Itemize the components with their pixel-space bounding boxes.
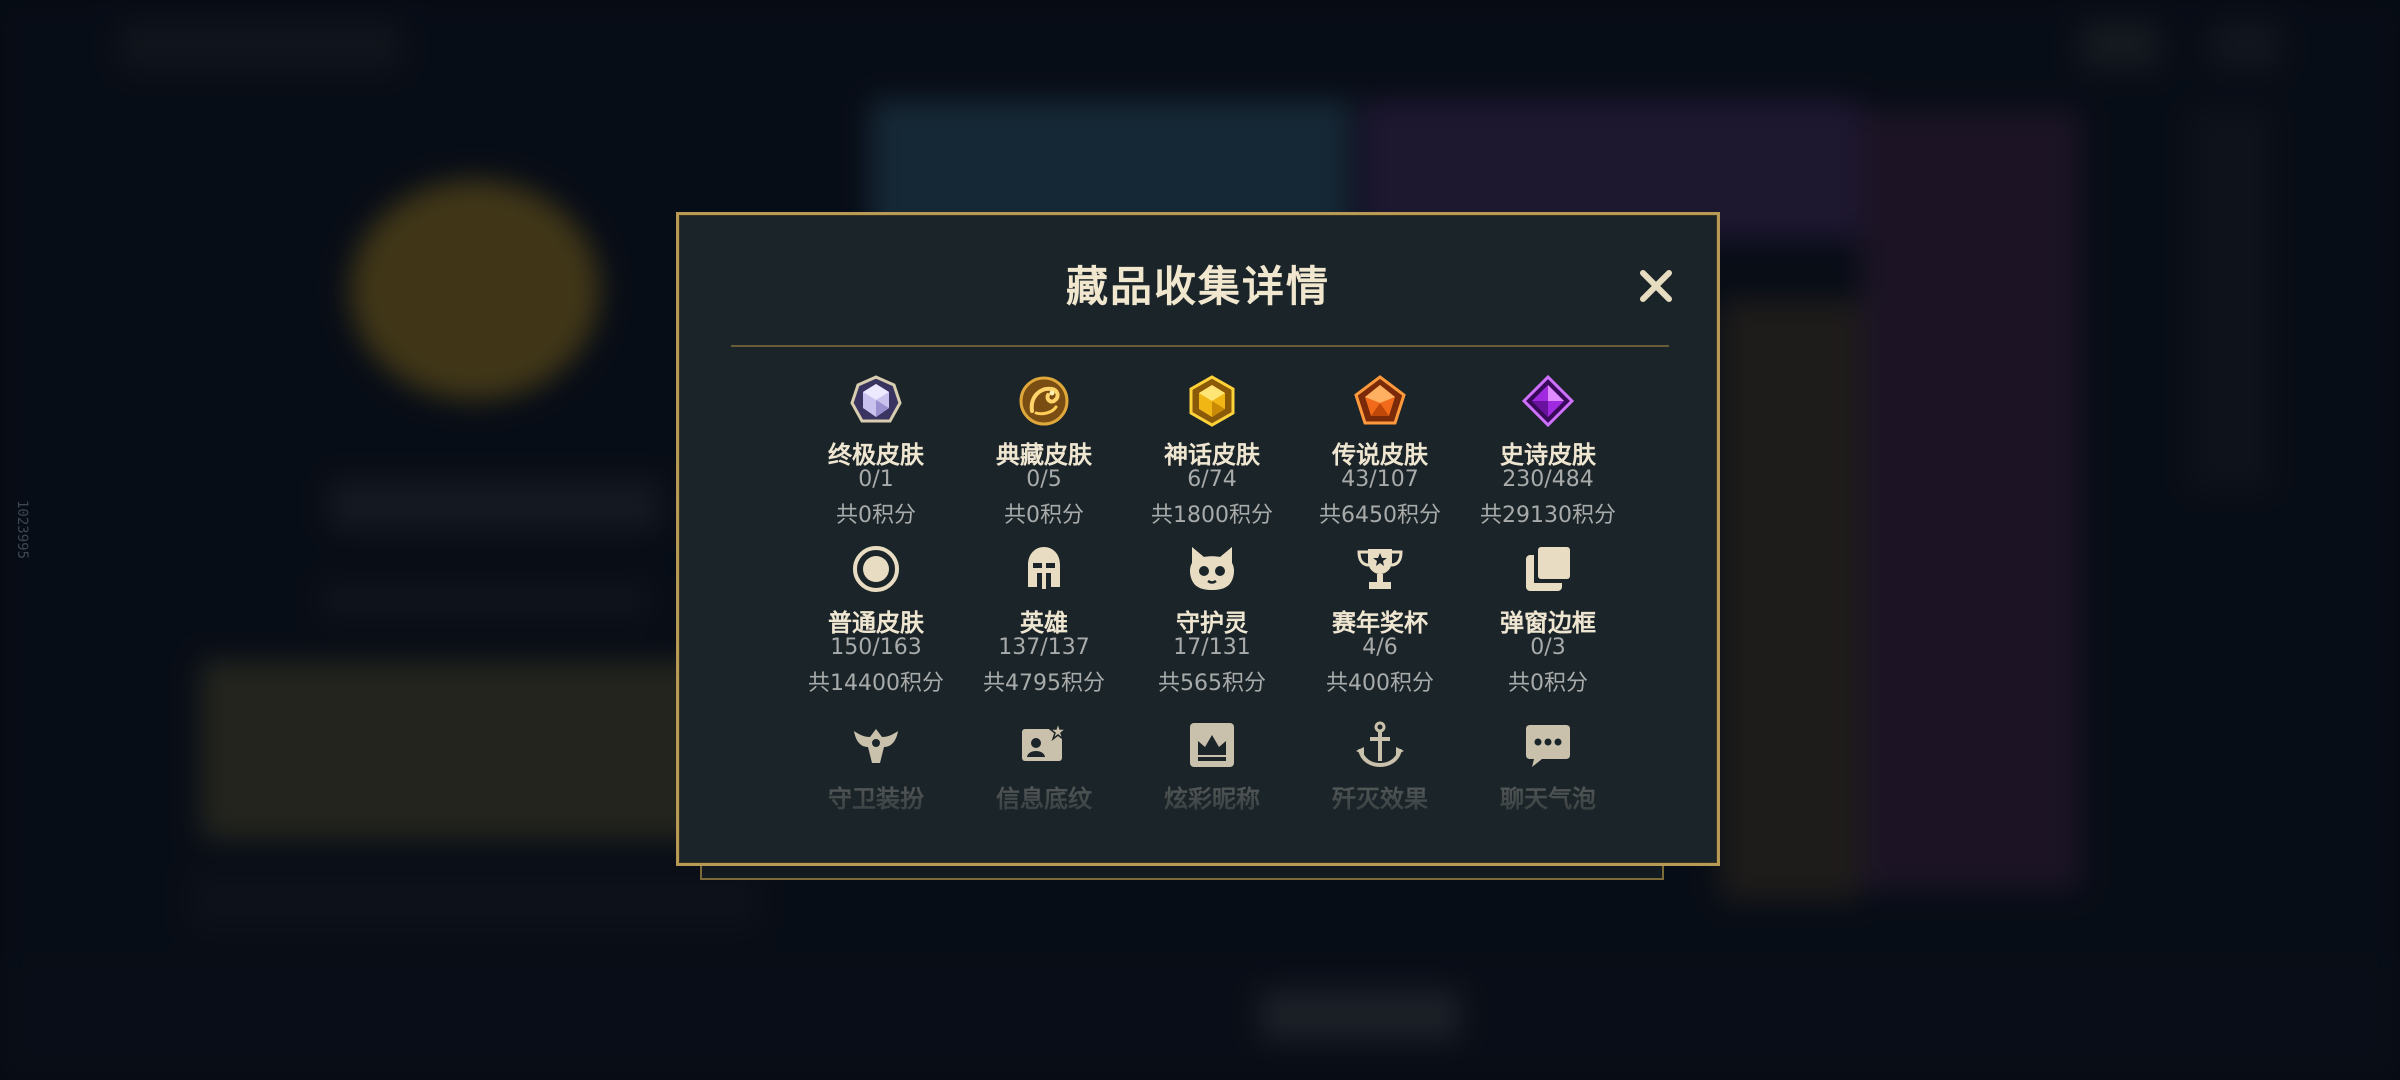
category-count: 0/3 [1530, 635, 1566, 660]
category-count: 43/107 [1341, 467, 1419, 492]
ward-skin-icon [850, 719, 902, 771]
category-epic-skin[interactable]: 史诗皮肤 230/484 共29130积分 [1464, 375, 1632, 535]
category-profile-banner[interactable]: 信息底纹 [960, 719, 1128, 879]
category-chat-bubble[interactable]: 聊天气泡 [1464, 719, 1632, 879]
category-guardian[interactable]: 守护灵 17/131 共565积分 [1128, 543, 1296, 703]
category-name: 英雄 [1020, 609, 1068, 637]
category-champion[interactable]: 英雄 137/137 共4795积分 [960, 543, 1128, 703]
mythic-gem-icon [1186, 375, 1238, 427]
category-name: 歼灭效果 [1332, 785, 1428, 813]
champion-helmet-icon [1018, 543, 1070, 595]
category-mythic-skin[interactable]: 神话皮肤 6/74 共1800积分 [1128, 375, 1296, 535]
category-colorful-nickname[interactable]: 炫彩昵称 [1128, 719, 1296, 879]
epic-gem-icon [1522, 375, 1574, 427]
side-id-text: 1023995 [14, 500, 30, 560]
frame-stack-icon [1522, 543, 1574, 595]
category-name: 炫彩昵称 [1164, 785, 1260, 813]
collection-details-modal: 藏品收集详情 终极皮肤 0/1 共0积分 典藏皮肤 0/5 共0积分 神话皮肤 … [676, 212, 1720, 866]
category-name: 赛年奖杯 [1332, 609, 1428, 637]
category-name: 守护灵 [1176, 609, 1248, 637]
legendary-gem-icon [1354, 375, 1406, 427]
category-count: 0/1 [858, 467, 894, 492]
category-name: 弹窗边框 [1500, 609, 1596, 637]
modal-title: 藏品收集详情 [1065, 262, 1330, 311]
category-name: 终极皮肤 [828, 441, 924, 469]
category-name: 聊天气泡 [1500, 785, 1596, 813]
category-count: 137/137 [998, 635, 1090, 660]
category-name: 守卫装扮 [828, 785, 924, 813]
category-count: 0/5 [1026, 467, 1062, 492]
category-ward-skin[interactable]: 守卫装扮 [792, 719, 960, 879]
category-collector-skin[interactable]: 典藏皮肤 0/5 共0积分 [960, 375, 1128, 535]
category-name: 普通皮肤 [828, 609, 924, 637]
ultimate-skin-gem-icon [850, 375, 902, 427]
close-icon [1640, 270, 1672, 302]
category-popup-frame[interactable]: 弹窗边框 0/3 共0积分 [1464, 543, 1632, 703]
category-points: 共0积分 [1508, 671, 1588, 696]
category-count: 17/131 [1173, 635, 1251, 660]
elimination-effect-icon [1354, 719, 1406, 771]
category-count: 230/484 [1502, 467, 1594, 492]
category-count: 6/74 [1187, 467, 1237, 492]
category-season-trophy[interactable]: 赛年奖杯 4/6 共400积分 [1296, 543, 1464, 703]
title-divider [731, 345, 1669, 347]
category-normal-skin[interactable]: 普通皮肤 150/163 共14400积分 [792, 543, 960, 703]
category-ultimate-skin[interactable]: 终极皮肤 0/1 共0积分 [792, 375, 960, 535]
chat-bubble-icon [1522, 719, 1574, 771]
guardian-pet-icon [1186, 543, 1238, 595]
normal-skin-ring-icon [850, 543, 902, 595]
profile-banner-icon [1018, 719, 1070, 771]
category-name: 信息底纹 [996, 785, 1092, 813]
collector-dragon-icon [1018, 375, 1070, 427]
category-name: 传说皮肤 [1332, 441, 1428, 469]
category-name: 神话皮肤 [1164, 441, 1260, 469]
category-name: 史诗皮肤 [1500, 441, 1596, 469]
category-count: 150/163 [830, 635, 922, 660]
category-elimination-effect[interactable]: 歼灭效果 [1296, 719, 1464, 879]
close-button[interactable] [1629, 259, 1683, 313]
category-points: 共29130积分 [1480, 503, 1616, 528]
nickname-crown-icon [1186, 719, 1238, 771]
category-name: 典藏皮肤 [996, 441, 1092, 469]
category-count: 4/6 [1362, 635, 1398, 660]
trophy-icon [1354, 543, 1406, 595]
category-legendary-skin[interactable]: 传说皮肤 43/107 共6450积分 [1296, 375, 1464, 535]
